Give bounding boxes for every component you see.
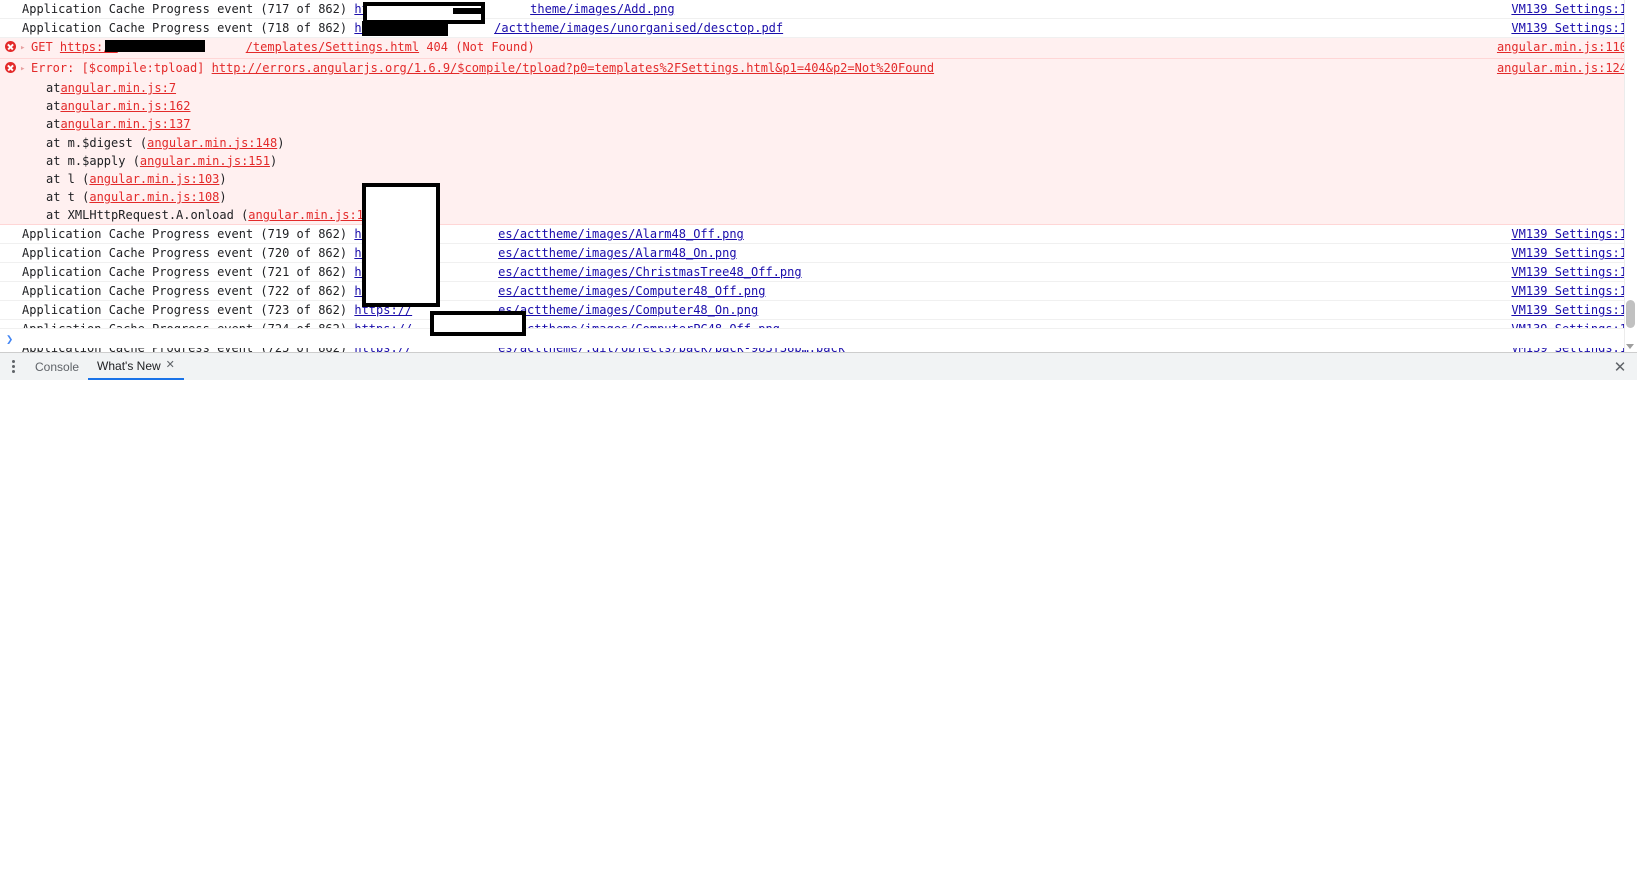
log-source-link[interactable]: VM139 Settings:1: [1511, 245, 1627, 261]
log-source-link[interactable]: VM139 Settings:1: [1511, 302, 1627, 318]
console-scrollbar[interactable]: [1624, 0, 1637, 352]
log-source-link[interactable]: angular.min.js:110: [1497, 39, 1627, 55]
console-row[interactable]: Application Cache Progress event (719 of…: [0, 225, 1637, 245]
more-vertical-icon[interactable]: [0, 360, 26, 373]
stack-frame: at t (angular.min.js:108): [0, 188, 1637, 207]
stack-frame: at angular.min.js:7: [0, 79, 1637, 98]
error-method-text: GET: [31, 40, 60, 54]
log-message-text: Application Cache Progress event (718 of…: [22, 21, 355, 35]
prompt-caret-icon: ❯: [6, 331, 14, 346]
stack-frame: at m.$digest (angular.min.js:148): [0, 133, 1637, 152]
console-row[interactable]: Application Cache Progress event (717 of…: [0, 0, 1637, 19]
redaction-bar: [105, 40, 205, 52]
log-url-tail[interactable]: es/acttheme/images/Computer48_On.png: [498, 303, 758, 317]
stack-link[interactable]: angular.min.js:103: [89, 171, 219, 187]
log-message-text: Application Cache Progress event (721 of…: [22, 265, 355, 280]
stack-link[interactable]: angular.min.js:108: [89, 189, 219, 205]
stack-frame: at angular.min.js:137: [0, 115, 1637, 134]
error-status-text: 404 (Not Found): [419, 40, 535, 54]
log-source-link[interactable]: VM139 Settings:1: [1511, 283, 1627, 299]
devtools-console-panel: Application Cache Progress event (717 of…: [0, 0, 1637, 896]
redaction-box: [362, 183, 440, 307]
log-message-text: Application Cache Progress event (720 of…: [22, 246, 355, 261]
stack-suffix: ): [219, 190, 227, 205]
console-row-error[interactable]: ▸ GET https:///templates/Settings.html 4…: [0, 38, 1637, 59]
console-prompt[interactable]: ❯: [0, 328, 1637, 348]
error-doc-url[interactable]: http://errors.angularjs.org/1.6.9/$compi…: [212, 61, 934, 75]
stack-prefix: at: [46, 81, 61, 95]
log-source-link[interactable]: VM139 Settings:1: [1511, 264, 1627, 280]
stack-link[interactable]: angular.min.js:162: [60, 98, 190, 114]
log-url-tail[interactable]: es/acttheme/images/Computer48_Off.png: [498, 284, 765, 298]
stack-frame: at angular.min.js:162: [0, 97, 1637, 116]
log-message-text: Application Cache Progress event (722 of…: [22, 284, 355, 299]
redaction-bar: [453, 8, 485, 14]
tab-console[interactable]: Console: [26, 353, 88, 380]
log-message-text: Application Cache Progress event (717 of…: [22, 2, 355, 16]
drawer-tab-bar: Console What's New ✕ ✕: [0, 352, 1637, 380]
log-url-tail[interactable]: es/acttheme/images/Alarm48_On.png: [498, 246, 736, 260]
scrollbar-thumb[interactable]: [1626, 300, 1635, 328]
redaction-box: [430, 311, 526, 336]
stack-prefix: at XMLHttpRequest.A.onload (: [46, 208, 249, 223]
error-icon: [0, 61, 20, 73]
stack-link[interactable]: angular.min.js:7: [60, 80, 176, 96]
stack-link[interactable]: angular.min.js:137: [60, 116, 190, 132]
log-source-link[interactable]: angular.min.js:124: [1497, 60, 1627, 76]
tab-whats-new[interactable]: What's New ✕: [88, 353, 184, 380]
expand-triangle-icon[interactable]: ▸: [20, 61, 29, 77]
error-url-tail[interactable]: /templates/Settings.html: [246, 40, 419, 54]
console-row[interactable]: Application Cache Progress event (721 of…: [0, 263, 1637, 283]
stack-suffix: ): [277, 135, 285, 150]
tab-label: Console: [35, 359, 80, 374]
console-row[interactable]: Application Cache Progress event (723 of…: [0, 301, 1637, 321]
stack-frame: at m.$apply (angular.min.js:151): [0, 151, 1637, 170]
error-title-text: Error: [$compile:tpload]: [31, 61, 212, 75]
redaction-bar: [362, 21, 448, 36]
stack-prefix: at: [46, 99, 61, 114]
console-row[interactable]: Application Cache Progress event (722 of…: [0, 282, 1637, 302]
scroll-down-arrow-icon[interactable]: [1626, 344, 1634, 349]
close-icon[interactable]: ✕: [166, 360, 175, 371]
log-url-tail[interactable]: /acttheme/images/unorganised/desctop.pdf: [494, 21, 783, 35]
stack-link[interactable]: angular.min.js:109: [248, 207, 378, 223]
console-row[interactable]: Application Cache Progress event (718 of…: [0, 19, 1637, 38]
stack-prefix: at l (: [46, 171, 90, 186]
stack-suffix: ): [269, 153, 278, 168]
console-row-error[interactable]: ▸ Error: [$compile:tpload] http://errors…: [0, 59, 1637, 79]
log-message-text: Application Cache Progress event (723 of…: [22, 303, 355, 318]
log-url-tail[interactable]: es/acttheme/images/ChristmasTree48_Off.p…: [498, 265, 801, 279]
stack-prefix: at: [46, 117, 61, 132]
expand-triangle-icon[interactable]: ▸: [20, 40, 29, 56]
stack-link[interactable]: angular.min.js:148: [147, 135, 277, 151]
log-source-link[interactable]: VM139 Settings:1: [1511, 1, 1627, 17]
stack-suffix: ): [219, 171, 227, 186]
console-log-list[interactable]: Application Cache Progress event (717 of…: [0, 0, 1637, 356]
stack-frame: at l (angular.min.js:103): [0, 169, 1637, 189]
stack-prefix: at t (: [46, 190, 90, 205]
log-url-tail[interactable]: theme/images/Add.png: [530, 2, 675, 16]
stack-frame: at XMLHttpRequest.A.onload (angular.min.…: [0, 206, 1637, 226]
stack-link[interactable]: angular.min.js:151: [140, 153, 270, 169]
stack-prefix: at m.$apply (: [46, 153, 140, 168]
console-row[interactable]: Application Cache Progress event (720 of…: [0, 244, 1637, 264]
log-message-text: Application Cache Progress event (719 of…: [22, 227, 355, 242]
stack-prefix: at m.$digest (: [46, 135, 148, 150]
whats-new-panel-body: [0, 380, 1637, 896]
log-source-link[interactable]: VM139 Settings:1: [1511, 226, 1627, 242]
log-source-link[interactable]: VM139 Settings:1: [1511, 20, 1627, 36]
close-drawer-icon[interactable]: ✕: [1603, 358, 1637, 376]
tab-label: What's New: [97, 358, 161, 373]
error-icon: [0, 40, 20, 52]
log-url-tail[interactable]: es/acttheme/images/Alarm48_Off.png: [498, 227, 744, 241]
